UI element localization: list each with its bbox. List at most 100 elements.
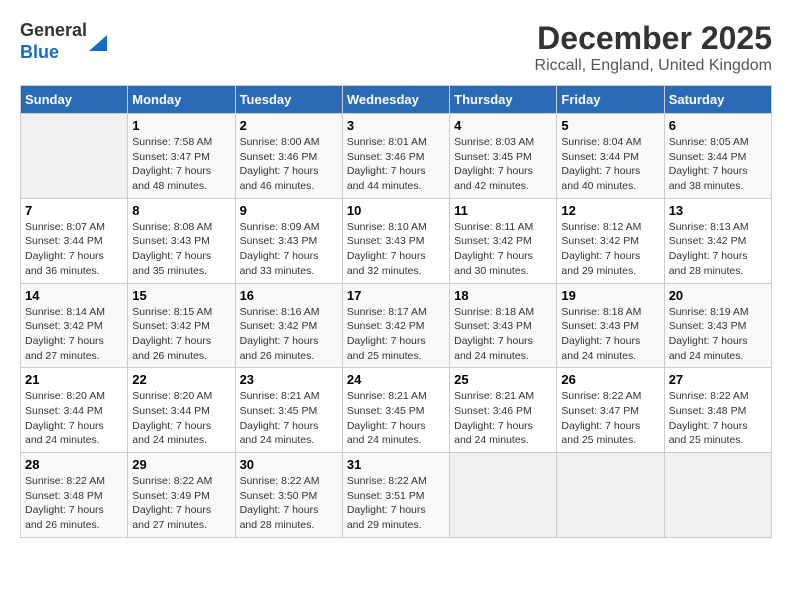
day-number: 9	[240, 203, 338, 218]
day-info: Sunrise: 8:04 AMSunset: 3:44 PMDaylight:…	[561, 135, 659, 194]
calendar-week-row: 14Sunrise: 8:14 AMSunset: 3:42 PMDayligh…	[21, 283, 772, 368]
calendar-cell	[450, 453, 557, 538]
day-number: 29	[132, 457, 230, 472]
calendar-cell: 29 Sunrise: 8:22 AMSunset: 3:49 PMDayligh…	[128, 453, 235, 538]
calendar-cell: 26 Sunrise: 8:22 AMSunset: 3:47 PMDayligh…	[557, 368, 664, 453]
calendar-cell: 22 Sunrise: 8:20 AMSunset: 3:44 PMDayligh…	[128, 368, 235, 453]
calendar-header-row: SundayMondayTuesdayWednesdayThursdayFrid…	[21, 86, 772, 114]
calendar-cell: 18Sunrise: 8:18 AMSunset: 3:43 PMDayligh…	[450, 283, 557, 368]
calendar-week-row: 1 Sunrise: 7:58 AMSunset: 3:47 PMDaylight…	[21, 114, 772, 199]
day-number: 26	[561, 372, 659, 387]
calendar-cell: 31 Sunrise: 8:22 AMSunset: 3:51 PMDayligh…	[342, 453, 449, 538]
calendar-cell: 24Sunrise: 8:21 AMSunset: 3:45 PMDayligh…	[342, 368, 449, 453]
weekday-header: Friday	[557, 86, 664, 114]
calendar-cell: 12Sunrise: 8:12 AMSunset: 3:42 PMDayligh…	[557, 198, 664, 283]
day-info: Sunrise: 8:21 AMSunset: 3:45 PMDaylight:…	[240, 389, 338, 448]
weekday-header: Wednesday	[342, 86, 449, 114]
logo-icon	[89, 35, 107, 51]
day-info: Sunrise: 8:22 AMSunset: 3:47 PMDaylight:…	[561, 389, 659, 448]
weekday-header: Saturday	[664, 86, 771, 114]
calendar-cell: 1 Sunrise: 7:58 AMSunset: 3:47 PMDaylight…	[128, 114, 235, 199]
day-number: 13	[669, 203, 767, 218]
day-info: Sunrise: 8:09 AMSunset: 3:43 PMDaylight:…	[240, 220, 338, 279]
day-info: Sunrise: 8:11 AMSunset: 3:42 PMDaylight:…	[454, 220, 552, 279]
calendar-cell: 11 Sunrise: 8:11 AMSunset: 3:42 PMDayligh…	[450, 198, 557, 283]
calendar-cell	[664, 453, 771, 538]
day-info: Sunrise: 8:05 AMSunset: 3:44 PMDaylight:…	[669, 135, 767, 194]
calendar-cell: 5 Sunrise: 8:04 AMSunset: 3:44 PMDaylight…	[557, 114, 664, 199]
calendar-table: SundayMondayTuesdayWednesdayThursdayFrid…	[20, 85, 772, 538]
calendar-cell: 7 Sunrise: 8:07 AMSunset: 3:44 PMDaylight…	[21, 198, 128, 283]
day-number: 20	[669, 288, 767, 303]
day-info: Sunrise: 8:22 AMSunset: 3:48 PMDaylight:…	[25, 474, 123, 533]
day-info: Sunrise: 8:03 AMSunset: 3:45 PMDaylight:…	[454, 135, 552, 194]
day-number: 1	[132, 118, 230, 133]
day-info: Sunrise: 8:22 AMSunset: 3:50 PMDaylight:…	[240, 474, 338, 533]
calendar-week-row: 21 Sunrise: 8:20 AMSunset: 3:44 PMDayligh…	[21, 368, 772, 453]
calendar-cell: 15 Sunrise: 8:15 AMSunset: 3:42 PMDayligh…	[128, 283, 235, 368]
calendar-cell: 10 Sunrise: 8:10 AMSunset: 3:43 PMDayligh…	[342, 198, 449, 283]
calendar-cell: 20 Sunrise: 8:19 AMSunset: 3:43 PMDayligh…	[664, 283, 771, 368]
day-number: 30	[240, 457, 338, 472]
day-info: Sunrise: 8:22 AMSunset: 3:49 PMDaylight:…	[132, 474, 230, 533]
day-number: 28	[25, 457, 123, 472]
day-info: Sunrise: 8:22 AMSunset: 3:48 PMDaylight:…	[669, 389, 767, 448]
weekday-header: Tuesday	[235, 86, 342, 114]
day-number: 5	[561, 118, 659, 133]
location: Riccall, England, United Kingdom	[535, 57, 772, 75]
day-info: Sunrise: 8:18 AMSunset: 3:43 PMDaylight:…	[454, 305, 552, 364]
day-number: 17	[347, 288, 445, 303]
day-number: 23	[240, 372, 338, 387]
day-number: 7	[25, 203, 123, 218]
calendar-cell: 17 Sunrise: 8:17 AMSunset: 3:42 PMDayligh…	[342, 283, 449, 368]
calendar-cell: 4 Sunrise: 8:03 AMSunset: 3:45 PMDaylight…	[450, 114, 557, 199]
day-info: Sunrise: 7:58 AMSunset: 3:47 PMDaylight:…	[132, 135, 230, 194]
day-number: 2	[240, 118, 338, 133]
day-info: Sunrise: 8:00 AMSunset: 3:46 PMDaylight:…	[240, 135, 338, 194]
day-info: Sunrise: 8:21 AMSunset: 3:45 PMDaylight:…	[347, 389, 445, 448]
day-number: 27	[669, 372, 767, 387]
day-number: 3	[347, 118, 445, 133]
day-info: Sunrise: 8:21 AMSunset: 3:46 PMDaylight:…	[454, 389, 552, 448]
day-number: 15	[132, 288, 230, 303]
day-info: Sunrise: 8:10 AMSunset: 3:43 PMDaylight:…	[347, 220, 445, 279]
weekday-header: Thursday	[450, 86, 557, 114]
calendar-cell: 30 Sunrise: 8:22 AMSunset: 3:50 PMDayligh…	[235, 453, 342, 538]
day-info: Sunrise: 8:07 AMSunset: 3:44 PMDaylight:…	[25, 220, 123, 279]
day-number: 10	[347, 203, 445, 218]
calendar-cell: 27 Sunrise: 8:22 AMSunset: 3:48 PMDayligh…	[664, 368, 771, 453]
calendar-cell: 21 Sunrise: 8:20 AMSunset: 3:44 PMDayligh…	[21, 368, 128, 453]
day-number: 4	[454, 118, 552, 133]
calendar-cell: 14Sunrise: 8:14 AMSunset: 3:42 PMDayligh…	[21, 283, 128, 368]
title-block: December 2025 Riccall, England, United K…	[535, 20, 772, 75]
day-info: Sunrise: 8:22 AMSunset: 3:51 PMDaylight:…	[347, 474, 445, 533]
logo-blue: Blue	[20, 42, 59, 62]
calendar-cell: 23 Sunrise: 8:21 AMSunset: 3:45 PMDayligh…	[235, 368, 342, 453]
calendar-cell: 28 Sunrise: 8:22 AMSunset: 3:48 PMDayligh…	[21, 453, 128, 538]
calendar-cell	[557, 453, 664, 538]
day-number: 21	[25, 372, 123, 387]
day-number: 22	[132, 372, 230, 387]
day-info: Sunrise: 8:15 AMSunset: 3:42 PMDaylight:…	[132, 305, 230, 364]
day-info: Sunrise: 8:20 AMSunset: 3:44 PMDaylight:…	[132, 389, 230, 448]
calendar-cell: 25Sunrise: 8:21 AMSunset: 3:46 PMDayligh…	[450, 368, 557, 453]
day-number: 11	[454, 203, 552, 218]
day-number: 14	[25, 288, 123, 303]
day-info: Sunrise: 8:18 AMSunset: 3:43 PMDaylight:…	[561, 305, 659, 364]
page-header: General Blue December 2025 Riccall, Engl…	[20, 20, 772, 75]
calendar-cell: 9 Sunrise: 8:09 AMSunset: 3:43 PMDaylight…	[235, 198, 342, 283]
day-number: 31	[347, 457, 445, 472]
logo: General Blue	[20, 20, 107, 63]
day-number: 16	[240, 288, 338, 303]
day-info: Sunrise: 8:17 AMSunset: 3:42 PMDaylight:…	[347, 305, 445, 364]
day-info: Sunrise: 8:20 AMSunset: 3:44 PMDaylight:…	[25, 389, 123, 448]
day-number: 19	[561, 288, 659, 303]
calendar-cell: 2 Sunrise: 8:00 AMSunset: 3:46 PMDaylight…	[235, 114, 342, 199]
calendar-cell: 13Sunrise: 8:13 AMSunset: 3:42 PMDayligh…	[664, 198, 771, 283]
day-number: 6	[669, 118, 767, 133]
calendar-cell: 19 Sunrise: 8:18 AMSunset: 3:43 PMDayligh…	[557, 283, 664, 368]
calendar-week-row: 7 Sunrise: 8:07 AMSunset: 3:44 PMDaylight…	[21, 198, 772, 283]
day-info: Sunrise: 8:08 AMSunset: 3:43 PMDaylight:…	[132, 220, 230, 279]
month-title: December 2025	[535, 20, 772, 57]
day-info: Sunrise: 8:19 AMSunset: 3:43 PMDaylight:…	[669, 305, 767, 364]
